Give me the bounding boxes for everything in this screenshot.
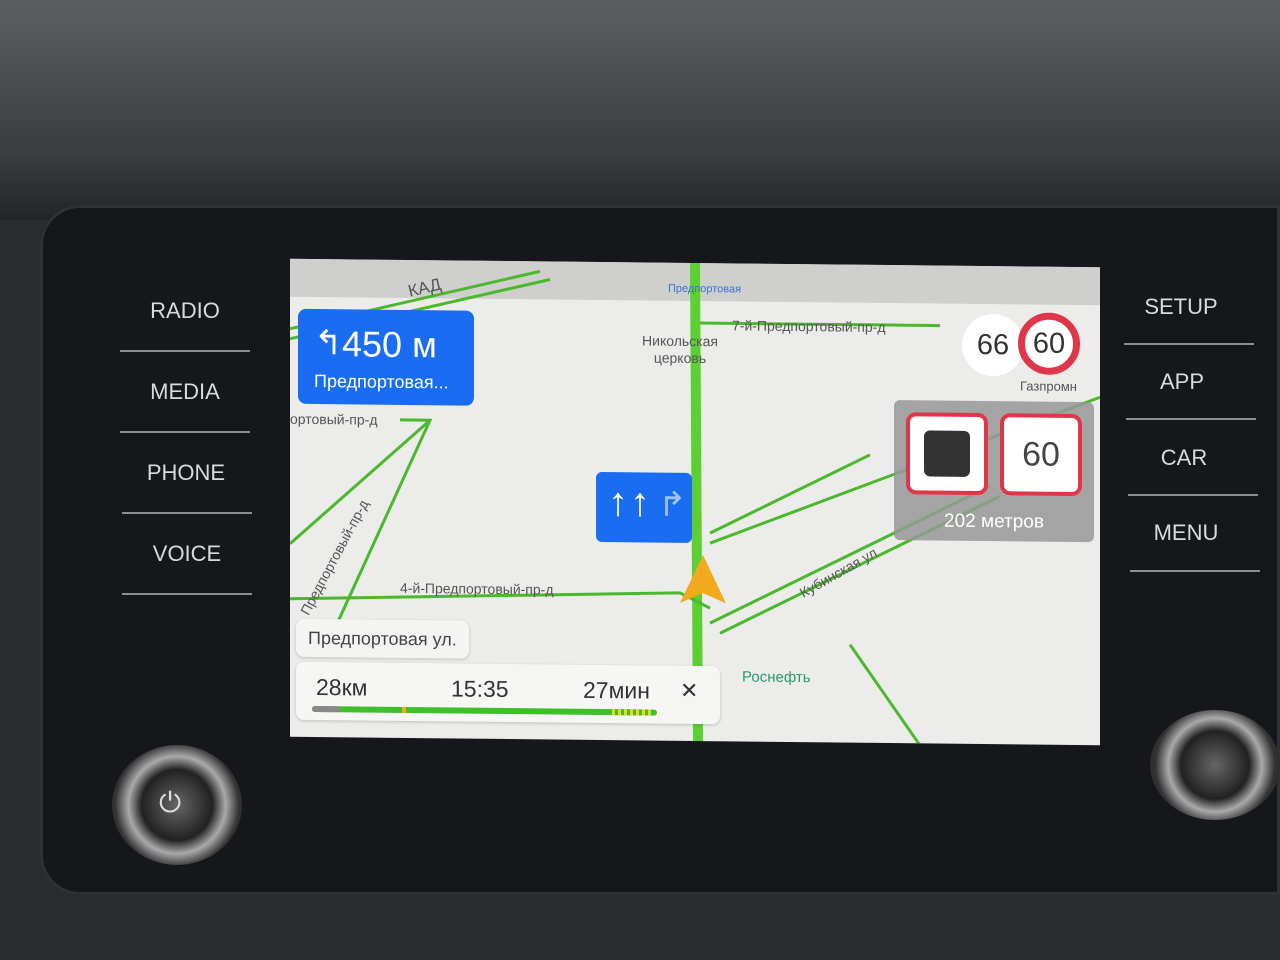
divider — [1124, 343, 1254, 345]
maneuver-card[interactable]: ↰ 450 м Предпортовая... — [298, 308, 474, 406]
route-progress — [312, 705, 657, 716]
navigation-screen[interactable]: КАД Предпортовая Никольская церковь 7-й-… — [290, 258, 1100, 746]
church-label[interactable]: Никольская церковь — [635, 332, 725, 367]
dashboard — [0, 0, 1280, 220]
arrival-time: 15:35 — [451, 675, 509, 703]
divider — [120, 350, 250, 352]
tune-knob[interactable] — [1150, 710, 1280, 820]
radio-button[interactable]: RADIO — [120, 298, 250, 324]
divider — [122, 512, 252, 514]
map-label: ортовый-пр-д — [290, 410, 378, 428]
setup-button[interactable]: SETUP — [1116, 294, 1246, 320]
map-label: 4-й-Предпортовый-пр-д — [400, 579, 554, 598]
camera-speed-limit: 60 — [1000, 413, 1082, 497]
camera-warning: 60 202 метров — [894, 400, 1094, 543]
power-volume-knob[interactable]: ⏻ — [112, 745, 242, 865]
app-button[interactable]: APP — [1117, 369, 1247, 395]
divider — [1130, 570, 1260, 572]
current-speed: 66 — [962, 313, 1024, 377]
power-icon: ⏻ — [159, 787, 182, 818]
location-cursor-icon — [680, 555, 726, 604]
speed-limit-sign: 60 — [1018, 312, 1080, 376]
right-turn-arrow-icon: ↱ — [658, 485, 687, 524]
straight-arrow-icon: ↑ — [630, 480, 650, 525]
car-button[interactable]: CAR — [1119, 445, 1249, 471]
maneuver-distance: 450 м — [342, 323, 437, 366]
metro-label[interactable]: Предпортовая — [668, 283, 741, 296]
menu-button[interactable]: MENU — [1121, 520, 1251, 546]
current-street: Предпортовая ул. — [296, 618, 469, 659]
map-label: 7-й-Предпортовый-пр-д — [732, 317, 886, 335]
map-label: Газпромн — [1020, 378, 1077, 395]
route-distance: 28км — [316, 674, 368, 701]
divider — [122, 593, 252, 595]
media-button[interactable]: MEDIA — [120, 379, 250, 405]
close-route-button[interactable]: ✕ — [680, 678, 698, 704]
camera-distance: 202 метров — [944, 510, 1044, 533]
straight-arrow-icon: ↑ — [608, 480, 628, 525]
camera-radar-icon — [906, 412, 988, 496]
divider — [1128, 494, 1258, 496]
maneuver-street: Предпортовая... — [314, 371, 449, 393]
divider — [120, 431, 250, 433]
lane-guidance: ↑ ↑ ↱ — [596, 471, 692, 543]
divider — [1126, 418, 1256, 420]
route-duration: 27мин — [583, 676, 650, 704]
phone-button[interactable]: PHONE — [121, 460, 251, 486]
voice-button[interactable]: VOICE — [122, 541, 252, 567]
route-summary[interactable]: 28км 15:35 27мин ✕ — [296, 661, 720, 725]
rosneft-poi[interactable]: Роснефть — [742, 668, 811, 686]
turn-left-icon: ↰ — [314, 324, 343, 363]
